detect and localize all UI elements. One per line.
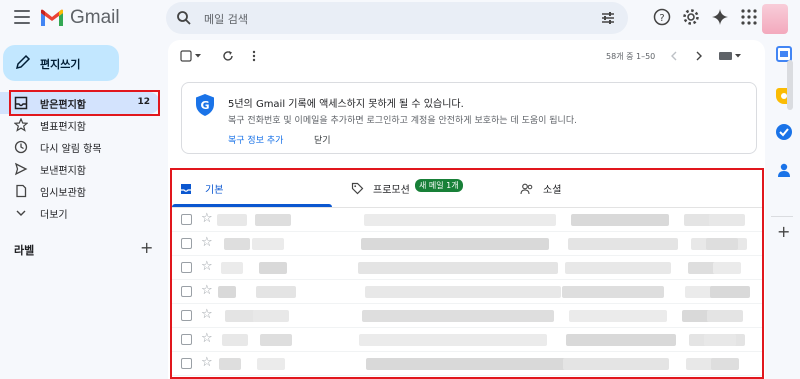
star-icon [14, 118, 28, 132]
contacts-icon[interactable] [776, 162, 792, 178]
gmail-logo[interactable]: Gmail [40, 7, 120, 29]
add-label-button[interactable]: + [140, 238, 153, 257]
sidebar-item-more[interactable]: 더보기 [0, 202, 160, 224]
gmail-m-icon [41, 9, 63, 26]
tasks-icon[interactable] [776, 124, 792, 140]
settings-gear-icon[interactable] [682, 8, 700, 26]
chevron-down-icon [16, 210, 26, 216]
svg-text:G: G [200, 99, 209, 112]
inbox-highlight-box [9, 90, 160, 116]
rail-divider [771, 216, 793, 217]
clock-icon [14, 140, 28, 154]
search-icon[interactable] [176, 10, 192, 26]
banner-description: 복구 전화번호 및 이메일을 추가하면 로그인하고 계정을 안전하게 보호하는 … [228, 116, 577, 126]
more-vert-icon[interactable] [251, 50, 257, 62]
person-icon [778, 163, 790, 177]
sidebar-item-snoozed[interactable]: 다시 알림 항목 [0, 136, 160, 158]
scrollbar-thumb[interactable] [787, 60, 793, 110]
check-icon [779, 128, 789, 137]
sidebar-item-label: 보낸편지함 [40, 166, 86, 177]
pagination-text: 58개 중 1–50 [606, 52, 656, 61]
refresh-icon[interactable] [222, 50, 234, 62]
main-menu-icon[interactable] [14, 10, 30, 24]
help-icon[interactable]: ? [653, 8, 671, 26]
sidebar-item-drafts[interactable]: 임시보관함 [0, 180, 160, 202]
compose-button[interactable]: 편지쓰기 [3, 45, 119, 81]
select-all-checkbox[interactable] [180, 50, 204, 65]
labels-heading: 라벨 [14, 244, 35, 257]
sidebar-item-label: 더보기 [40, 210, 68, 221]
keyboard-input-icon[interactable] [718, 51, 742, 61]
compose-label: 편지쓰기 [40, 58, 81, 71]
recovery-banner: G 5년의 Gmail 기록에 액세스하지 못하게 될 수 있습니다. 복구 전… [181, 82, 757, 154]
gemini-sparkle-icon[interactable] [711, 8, 729, 26]
chevron-right-icon[interactable] [694, 50, 704, 62]
get-addons-button[interactable]: + [777, 222, 790, 241]
draft-file-icon [16, 184, 27, 198]
send-icon [14, 162, 28, 176]
search-options-icon[interactable] [600, 10, 616, 26]
pencil-icon [15, 54, 31, 70]
google-shield-icon: G [196, 94, 214, 116]
dismiss-button[interactable]: 닫기 [314, 133, 331, 146]
banner-title: 5년의 Gmail 기록에 액세스하지 못하게 될 수 있습니다. [228, 99, 464, 110]
chevron-left-icon[interactable] [669, 50, 679, 62]
sidebar-item-sent[interactable]: 보낸편지함 [0, 158, 160, 180]
add-recovery-info-link[interactable]: 복구 정보 추가 [228, 133, 283, 146]
sidebar-item-starred[interactable]: 별표편지함 [0, 114, 160, 136]
sidebar-item-label: 별표편지함 [40, 122, 86, 133]
sidebar-item-label: 임시보관함 [40, 188, 86, 199]
app-name: Gmail [70, 7, 120, 28]
checkbox-dropdown-icon[interactable] [180, 50, 204, 62]
search-bar[interactable]: 메일 검색 [166, 2, 628, 34]
svg-text:?: ? [659, 13, 664, 24]
apps-grid-icon[interactable] [740, 8, 758, 26]
account-avatar[interactable] [762, 4, 788, 34]
sidebar-item-label: 다시 알림 항목 [40, 144, 102, 155]
inbox-list-highlight-box [170, 168, 764, 379]
search-input[interactable]: 메일 검색 [204, 11, 248, 27]
